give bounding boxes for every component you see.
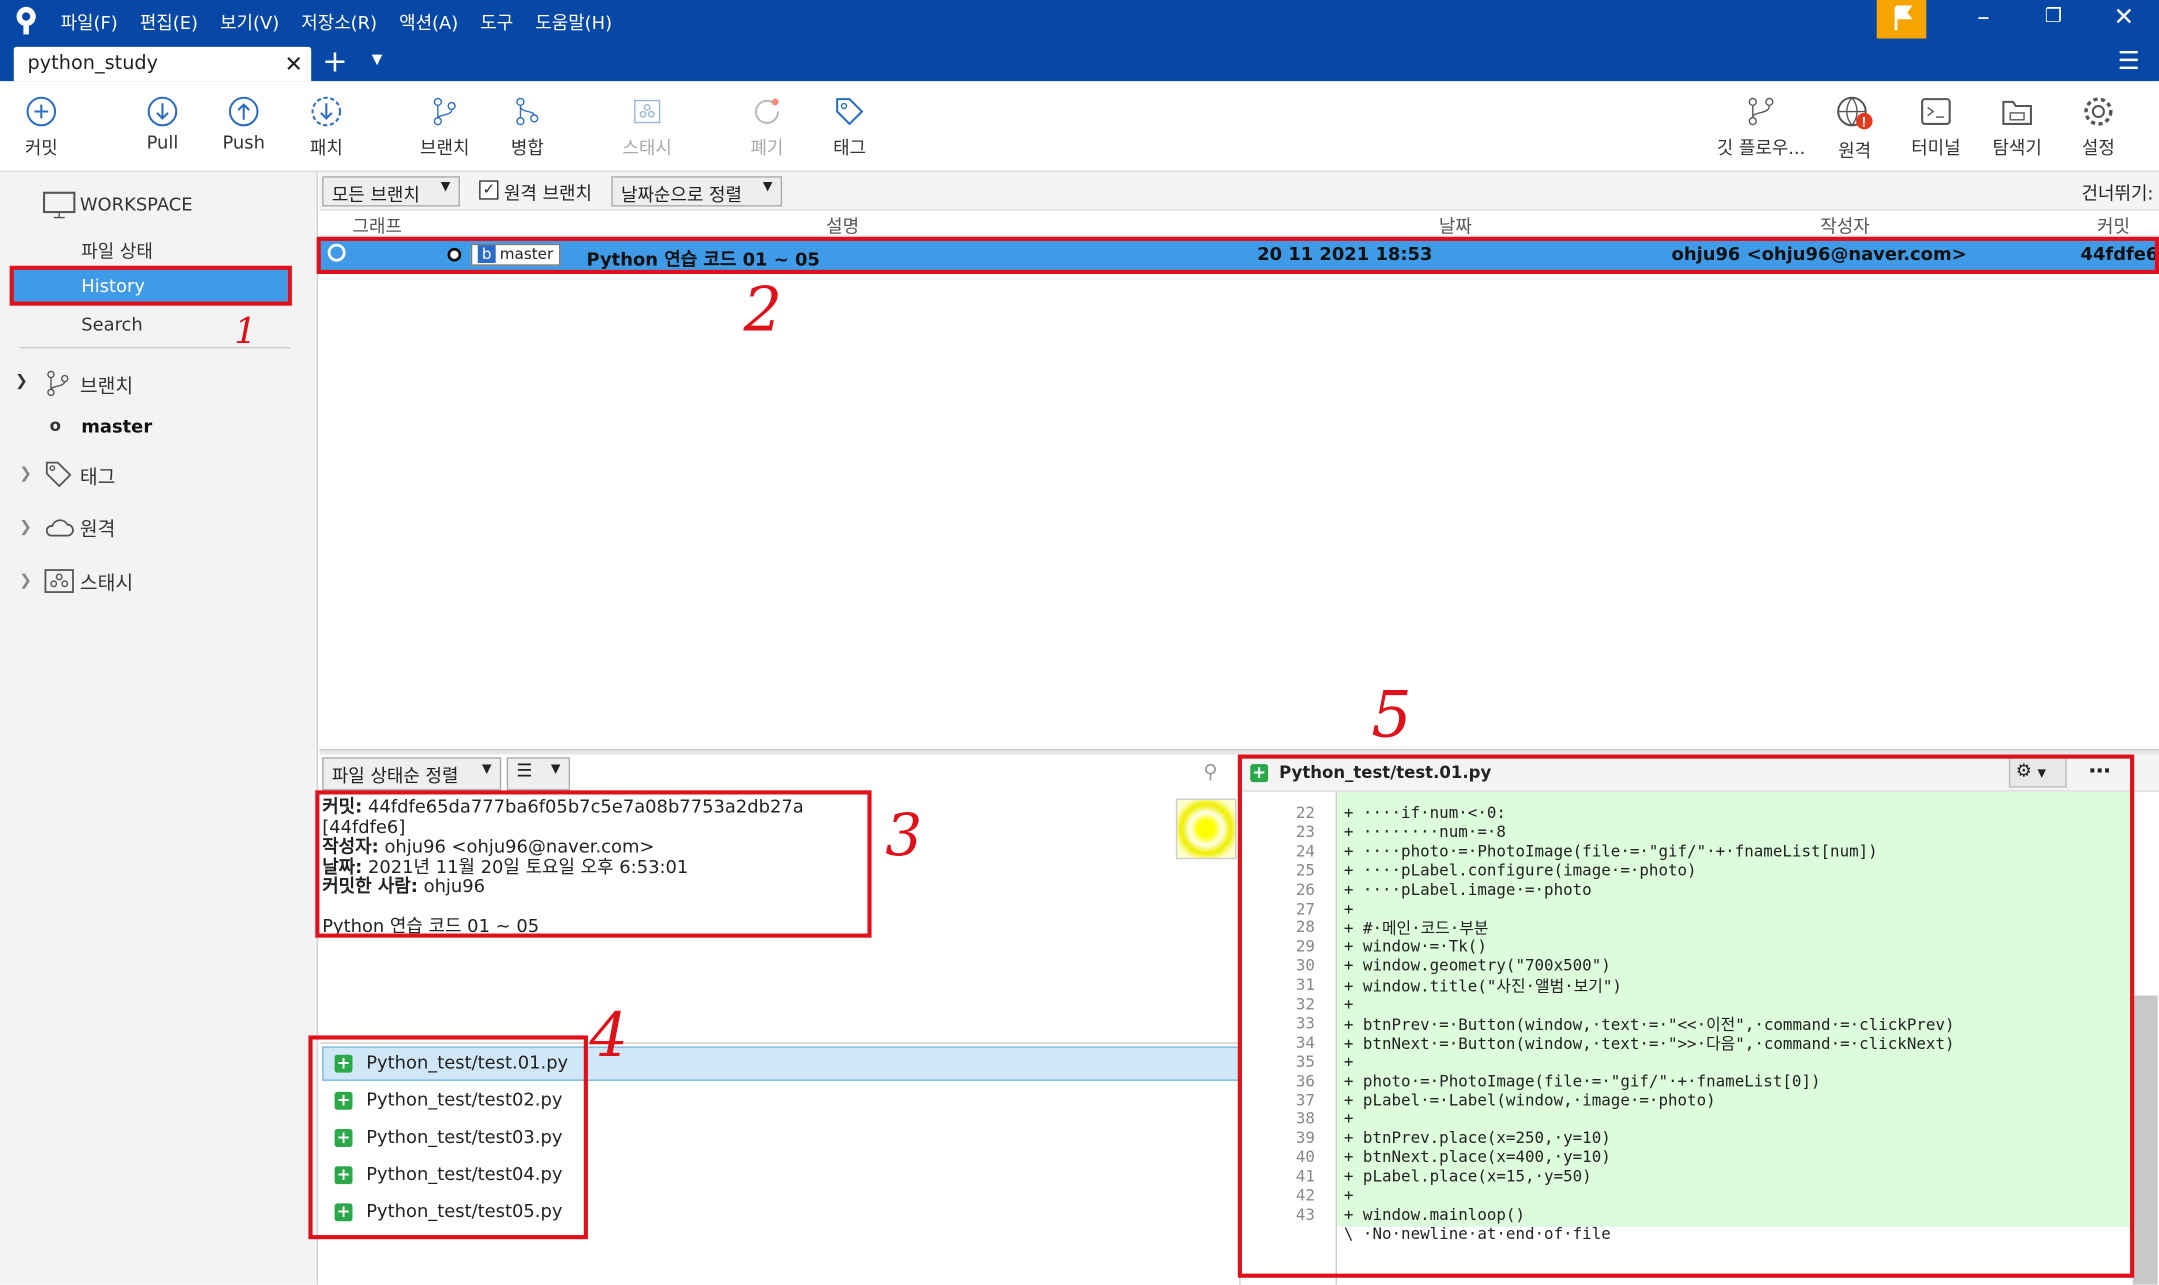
- branch-filter-dropdown[interactable]: 모든 브랜치 ▼: [322, 176, 460, 207]
- commit-button[interactable]: 커밋: [0, 95, 83, 160]
- annotation-box-5: [1237, 754, 2135, 1278]
- patch-icon: [311, 96, 342, 127]
- annotation-number-5: 5: [1371, 677, 1412, 752]
- restore-button[interactable]: ❐: [2045, 6, 2062, 28]
- explorer-button[interactable]: 탐색기: [1976, 95, 2059, 160]
- annotation-box-1: [9, 265, 292, 306]
- workspace-monitor-icon: [43, 191, 76, 219]
- view-mode-dropdown[interactable]: ☰ ▼: [506, 757, 571, 791]
- menu-actions[interactable]: 액션(A): [399, 8, 458, 35]
- discard-button[interactable]: 폐기: [726, 95, 809, 160]
- title-bar: 파일(F) 편집(E) 보기(V) 저장소(R) 액션(A) 도구 도움말(H)…: [0, 0, 2159, 82]
- workspace-heading: WORKSPACE: [79, 195, 193, 217]
- repo-tab[interactable]: python_study ✕: [13, 46, 312, 82]
- tag-icon: [836, 98, 864, 126]
- settings-button[interactable]: 설정: [2057, 95, 2140, 160]
- patch-button[interactable]: 패치: [285, 95, 368, 160]
- sidebar-item-file-status[interactable]: 파일 상태: [81, 237, 153, 263]
- branch-icon: [47, 370, 69, 397]
- minimize-button[interactable]: –: [1977, 3, 1989, 32]
- svg-text:!: !: [1862, 115, 1867, 130]
- push-button[interactable]: Push: [202, 95, 285, 154]
- sidebar-branch-master[interactable]: master: [81, 417, 152, 438]
- gear-icon: [2084, 97, 2113, 126]
- search-icon[interactable]: ⚲: [1203, 761, 1217, 783]
- annotation-number-2: 2: [743, 275, 783, 346]
- pull-icon: [147, 96, 178, 127]
- hamburger-menu-icon[interactable]: ☰: [2118, 47, 2140, 76]
- menu-bar: 파일(F) 편집(E) 보기(V) 저장소(R) 액션(A) 도구 도움말(H): [61, 8, 613, 35]
- column-description[interactable]: 설명: [826, 212, 859, 239]
- branch-icon: [433, 97, 456, 126]
- annotation-box-2: [316, 236, 2159, 275]
- annotation-number-4: 4: [589, 1001, 628, 1072]
- column-graph[interactable]: 그래프: [352, 212, 401, 239]
- stash-icon: [634, 99, 661, 124]
- git-flow-button[interactable]: 깃 플로우...: [1707, 95, 1814, 160]
- commit-icon: [26, 96, 57, 127]
- chevron-down-icon[interactable]: ❯: [15, 372, 28, 390]
- stash-button[interactable]: 스태시: [606, 95, 689, 160]
- close-button[interactable]: ✕: [2114, 3, 2135, 32]
- branch-button[interactable]: 브랜치: [403, 95, 486, 160]
- flag-button[interactable]: [1876, 0, 1927, 39]
- terminal-button[interactable]: 터미널: [1895, 95, 1978, 160]
- current-branch-dot-icon: o: [49, 415, 61, 436]
- annotation-number-1: 1: [234, 311, 257, 353]
- author-avatar: [1175, 798, 1237, 860]
- tab-list-chevron-icon[interactable]: ▼: [372, 52, 383, 67]
- close-tab-icon[interactable]: ✕: [284, 51, 302, 77]
- scrollbar-thumb[interactable]: [2132, 995, 2158, 1285]
- sidebar: WORKSPACE 파일 상태 History Search ❯ 브랜치 o m…: [0, 172, 319, 1285]
- app-logo-icon: [14, 6, 39, 36]
- cloud-icon: [45, 519, 74, 537]
- merge-button[interactable]: 병합: [486, 95, 569, 160]
- menu-repository[interactable]: 저장소(R): [301, 8, 377, 35]
- chevron-right-icon[interactable]: ❯: [19, 571, 32, 589]
- repo-tab-title: python_study: [27, 52, 159, 75]
- git-flow-icon: [1748, 97, 1774, 126]
- chevron-right-icon[interactable]: ❯: [19, 464, 32, 482]
- sidebar-section-remotes[interactable]: 원격: [80, 515, 115, 543]
- column-date[interactable]: 날짜: [1439, 212, 1472, 239]
- remote-button[interactable]: ! 원격: [1813, 95, 1896, 162]
- sidebar-item-search[interactable]: Search: [81, 315, 143, 336]
- menu-tools[interactable]: 도구: [480, 8, 513, 35]
- list-icon: ☰: [516, 761, 533, 783]
- jump-to-label: 건너뛰기:: [2081, 184, 2154, 206]
- menu-help[interactable]: 도움말(H): [535, 8, 612, 35]
- remote-globe-icon: !: [1837, 96, 1873, 130]
- sidebar-section-branches[interactable]: 브랜치: [80, 372, 133, 400]
- file-sort-dropdown[interactable]: 파일 상태순 정렬 ▼: [322, 757, 502, 791]
- sidebar-section-stashes[interactable]: 스태시: [80, 569, 133, 597]
- pull-button[interactable]: Pull: [121, 95, 204, 154]
- flag-icon: [1894, 5, 1913, 31]
- sort-order-dropdown[interactable]: 날짜순으로 정렬 ▼: [611, 176, 783, 207]
- sidebar-section-tags[interactable]: 태그: [80, 463, 115, 491]
- chevron-right-icon[interactable]: ❯: [19, 518, 32, 536]
- merge-icon: [516, 97, 539, 126]
- discard-icon: [754, 98, 779, 124]
- menu-view[interactable]: 보기(V): [220, 8, 279, 35]
- tag-icon: [45, 461, 72, 488]
- toolbar: 커밋 Pull Push 패치 브랜치 병합 스태시 폐기 태그 깃 플로우..…: [0, 81, 2159, 173]
- history-filter-bar: 모든 브랜치 ▼ ✓ 원격 브랜치 날짜순으로 정렬 ▼ 건너뛰기:: [319, 172, 2159, 211]
- column-author[interactable]: 작성자: [1820, 212, 1869, 239]
- push-icon: [228, 96, 259, 127]
- annotation-box-4: [308, 1035, 588, 1240]
- column-commit[interactable]: 커밋: [2097, 212, 2130, 239]
- stash-icon: [44, 569, 74, 593]
- menu-edit[interactable]: 편집(E): [140, 8, 198, 35]
- annotation-number-3: 3: [885, 801, 923, 869]
- terminal-icon: [1921, 98, 1951, 125]
- history-column-headers: 그래프 설명 날짜 작성자 커밋: [319, 210, 2159, 239]
- menu-file[interactable]: 파일(F): [61, 8, 118, 35]
- annotation-box-3: [315, 790, 872, 938]
- remote-branches-checkbox[interactable]: ✓: [479, 180, 499, 200]
- tag-button[interactable]: 태그: [808, 95, 891, 160]
- remote-branches-label: 원격 브랜치: [503, 184, 592, 206]
- folder-icon: [2002, 100, 2032, 125]
- new-tab-button[interactable]: +: [322, 45, 347, 79]
